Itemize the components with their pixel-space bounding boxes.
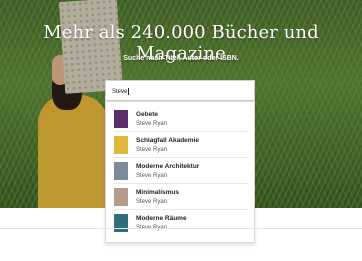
suggestion-title: Minimalismus xyxy=(136,189,179,196)
search-suggestions-dropdown: Gebete Steve Ryan Schlagfall Akademie St… xyxy=(105,101,255,243)
text-cursor xyxy=(128,88,130,95)
suggestion-author: Steve Ryan xyxy=(136,147,168,153)
suggestion-title: Schlagfall Akademie xyxy=(136,137,199,144)
search-input[interactable]: Steve xyxy=(105,80,255,101)
section-divider xyxy=(0,228,362,229)
suggestion-item[interactable]: Moderne Räume Steve Ryan xyxy=(106,210,256,236)
suggestion-author: Steve Ryan xyxy=(136,199,168,205)
suggestion-item[interactable]: Moderne Architektur Steve Ryan xyxy=(106,158,256,184)
search-input-value: Steve xyxy=(112,89,128,96)
suggestion-title: Moderne Räume xyxy=(136,215,187,222)
book-cover-thumbnail xyxy=(114,110,128,128)
suggestion-author: Steve Ryan xyxy=(136,173,168,179)
book-cover-thumbnail xyxy=(114,188,128,206)
suggestion-item[interactable]: Minimalismus Steve Ryan xyxy=(106,184,256,210)
book-cover-thumbnail xyxy=(114,162,128,180)
suggestion-author: Steve Ryan xyxy=(136,121,168,127)
book-cover-thumbnail xyxy=(114,136,128,154)
suggestion-item[interactable]: Schlagfall Akademie Steve Ryan xyxy=(106,132,256,158)
hero-subtitle: Suche nach Titel, Autor oder ISBN. xyxy=(123,55,239,62)
suggestion-item[interactable]: Gebete Steve Ryan xyxy=(106,106,256,132)
suggestion-title: Gebete xyxy=(136,111,159,118)
suggestion-title: Moderne Architektur xyxy=(136,163,200,170)
book-cover-thumbnail xyxy=(114,214,128,232)
